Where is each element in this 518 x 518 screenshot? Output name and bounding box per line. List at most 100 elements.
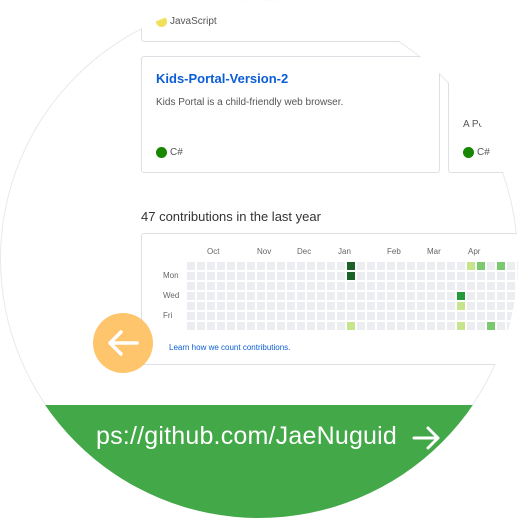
- contribution-day-cell[interactable]: [367, 312, 375, 320]
- contribution-day-cell[interactable]: [447, 302, 455, 310]
- contribution-day-cell[interactable]: [457, 312, 465, 320]
- contribution-day-cell[interactable]: [287, 262, 295, 270]
- contribution-day-cell[interactable]: [437, 312, 445, 320]
- contribution-day-cell[interactable]: [477, 262, 485, 270]
- contribution-day-cell[interactable]: [277, 292, 285, 300]
- contribution-day-cell[interactable]: [507, 282, 515, 290]
- contribution-day-cell[interactable]: [197, 322, 205, 330]
- learn-contributions-link[interactable]: Learn how we count contributions.: [169, 343, 290, 352]
- repo-card-side[interactable]: A Po C#: [448, 56, 518, 173]
- contribution-day-cell[interactable]: [497, 312, 505, 320]
- contribution-day-cell[interactable]: [227, 282, 235, 290]
- contribution-day-cell[interactable]: [427, 302, 435, 310]
- contribution-day-cell[interactable]: [347, 272, 355, 280]
- contribution-day-cell[interactable]: [447, 262, 455, 270]
- contribution-day-cell[interactable]: [357, 292, 365, 300]
- contribution-day-cell[interactable]: [487, 322, 495, 330]
- contribution-day-cell[interactable]: [397, 312, 405, 320]
- contribution-day-cell[interactable]: [237, 312, 245, 320]
- contribution-day-cell[interactable]: [247, 302, 255, 310]
- contribution-day-cell[interactable]: [227, 272, 235, 280]
- contribution-day-cell[interactable]: [217, 272, 225, 280]
- contribution-day-cell[interactable]: [247, 322, 255, 330]
- contribution-day-cell[interactable]: [357, 272, 365, 280]
- contribution-day-cell[interactable]: [287, 272, 295, 280]
- contribution-day-cell[interactable]: [447, 292, 455, 300]
- contribution-day-cell[interactable]: [207, 322, 215, 330]
- contribution-day-cell[interactable]: [307, 312, 315, 320]
- contribution-day-cell[interactable]: [327, 272, 335, 280]
- contribution-day-cell[interactable]: [417, 292, 425, 300]
- contribution-day-cell[interactable]: [407, 322, 415, 330]
- contribution-day-cell[interactable]: [327, 322, 335, 330]
- contribution-day-cell[interactable]: [467, 262, 475, 270]
- contribution-day-cell[interactable]: [317, 282, 325, 290]
- repo-card-top[interactable]: JavaScript: [141, 0, 441, 42]
- contribution-day-cell[interactable]: [317, 312, 325, 320]
- contribution-day-cell[interactable]: [307, 282, 315, 290]
- contribution-day-cell[interactable]: [337, 282, 345, 290]
- contribution-day-cell[interactable]: [497, 302, 505, 310]
- contribution-day-cell[interactable]: [267, 262, 275, 270]
- contribution-day-cell[interactable]: [407, 262, 415, 270]
- contribution-day-cell[interactable]: [307, 292, 315, 300]
- contribution-day-cell[interactable]: [227, 292, 235, 300]
- contribution-day-cell[interactable]: [297, 272, 305, 280]
- contribution-day-cell[interactable]: [387, 292, 395, 300]
- contribution-day-cell[interactable]: [247, 282, 255, 290]
- contribution-day-cell[interactable]: [277, 322, 285, 330]
- contribution-day-cell[interactable]: [397, 302, 405, 310]
- contribution-day-cell[interactable]: [207, 282, 215, 290]
- contribution-day-cell[interactable]: [467, 282, 475, 290]
- contribution-day-cell[interactable]: [477, 272, 485, 280]
- contribution-day-cell[interactable]: [397, 262, 405, 270]
- contribution-day-cell[interactable]: [357, 322, 365, 330]
- contribution-day-cell[interactable]: [467, 292, 475, 300]
- contribution-day-cell[interactable]: [507, 302, 515, 310]
- contribution-day-cell[interactable]: [307, 302, 315, 310]
- contribution-day-cell[interactable]: [247, 312, 255, 320]
- contribution-day-cell[interactable]: [237, 272, 245, 280]
- contribution-day-cell[interactable]: [227, 302, 235, 310]
- contribution-day-cell[interactable]: [367, 282, 375, 290]
- contribution-day-cell[interactable]: [347, 312, 355, 320]
- contribution-day-cell[interactable]: [457, 292, 465, 300]
- contribution-day-cell[interactable]: [337, 322, 345, 330]
- contribution-day-cell[interactable]: [387, 262, 395, 270]
- contribution-day-cell[interactable]: [217, 312, 225, 320]
- contribution-day-cell[interactable]: [197, 272, 205, 280]
- contribution-day-cell[interactable]: [397, 282, 405, 290]
- contribution-day-cell[interactable]: [327, 312, 335, 320]
- contribution-day-cell[interactable]: [437, 322, 445, 330]
- contribution-day-cell[interactable]: [407, 282, 415, 290]
- contribution-day-cell[interactable]: [397, 272, 405, 280]
- contribution-day-cell[interactable]: [387, 302, 395, 310]
- contribution-day-cell[interactable]: [317, 292, 325, 300]
- contribution-day-cell[interactable]: [277, 282, 285, 290]
- contribution-day-cell[interactable]: [437, 302, 445, 310]
- contribution-day-cell[interactable]: [497, 272, 505, 280]
- contribution-day-cell[interactable]: [497, 262, 505, 270]
- contribution-day-cell[interactable]: [297, 262, 305, 270]
- contribution-day-cell[interactable]: [477, 292, 485, 300]
- contribution-day-cell[interactable]: [507, 272, 515, 280]
- contribution-day-cell[interactable]: [427, 282, 435, 290]
- contribution-day-cell[interactable]: [207, 292, 215, 300]
- contribution-day-cell[interactable]: [377, 272, 385, 280]
- contribution-day-cell[interactable]: [427, 292, 435, 300]
- contribution-day-cell[interactable]: [377, 282, 385, 290]
- contribution-day-cell[interactable]: [497, 282, 505, 290]
- contribution-day-cell[interactable]: [267, 282, 275, 290]
- contribution-day-cell[interactable]: [227, 322, 235, 330]
- contribution-day-cell[interactable]: [447, 312, 455, 320]
- contribution-day-cell[interactable]: [437, 292, 445, 300]
- contribution-day-cell[interactable]: [507, 262, 515, 270]
- contribution-day-cell[interactable]: [377, 292, 385, 300]
- contribution-day-cell[interactable]: [437, 272, 445, 280]
- contribution-day-cell[interactable]: [417, 262, 425, 270]
- contribution-day-cell[interactable]: [237, 302, 245, 310]
- contribution-day-cell[interactable]: [327, 282, 335, 290]
- contribution-day-cell[interactable]: [417, 312, 425, 320]
- contribution-day-cell[interactable]: [297, 302, 305, 310]
- contribution-day-cell[interactable]: [457, 262, 465, 270]
